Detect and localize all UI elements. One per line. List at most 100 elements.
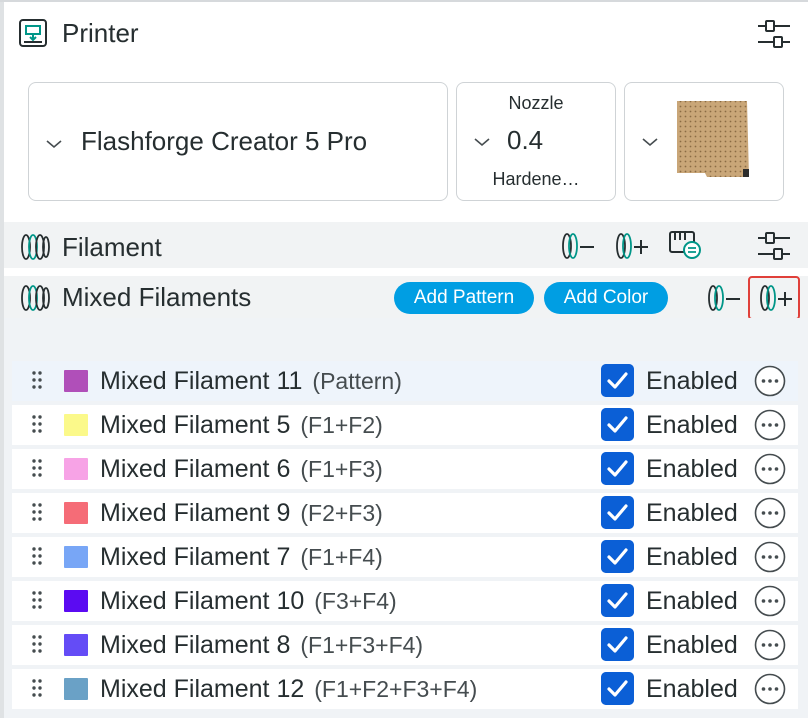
- nozzle-selector[interactable]: Nozzle 0.4 Hardene…: [456, 82, 616, 201]
- mixed-filament-name: Mixed Filament 7: [100, 543, 291, 571]
- enabled-checkbox[interactable]: [601, 496, 634, 529]
- mixed-filament-name-cell: Mixed Filament 7 (F1+F4): [100, 543, 383, 572]
- color-swatch[interactable]: [64, 458, 88, 480]
- mixed-filament-composition: (F2+F3): [300, 500, 383, 526]
- mixed-filament-name: Mixed Filament 11: [100, 367, 303, 395]
- chevron-down-icon: [46, 140, 62, 149]
- mixed-filament-name-cell: Mixed Filament 6 (F1+F3): [100, 455, 383, 484]
- highlight-box: [748, 276, 800, 320]
- mixed-filament-composition: (F1+F3): [300, 456, 383, 482]
- printer-name: Flashforge Creator 5 Pro: [81, 126, 368, 156]
- mixed-filament-name: Mixed Filament 12: [100, 675, 305, 703]
- color-swatch[interactable]: [64, 546, 88, 568]
- chevron-down-icon: [642, 138, 658, 147]
- enabled-label: Enabled: [646, 631, 738, 659]
- enabled-label: Enabled: [646, 455, 738, 483]
- enabled-checkbox[interactable]: [601, 584, 634, 617]
- drag-handle-icon[interactable]: [30, 457, 44, 479]
- filament-section-title: Filament: [62, 232, 162, 262]
- mixed-filament-name-cell: Mixed Filament 11 (Pattern): [100, 367, 402, 396]
- color-swatch[interactable]: [64, 590, 88, 612]
- remove-mixed-filament-icon[interactable]: [706, 282, 742, 314]
- mixed-filament-row[interactable]: Mixed Filament 10 (F3+F4) Enabled: [12, 581, 798, 621]
- enabled-checkbox[interactable]: [601, 452, 634, 485]
- printer-icon: [19, 19, 47, 47]
- chevron-down-icon: [474, 138, 490, 147]
- printer-settings-icon[interactable]: [756, 16, 792, 52]
- enabled-checkbox[interactable]: [601, 540, 634, 573]
- build-plate-image: [677, 101, 749, 177]
- enabled-checkbox[interactable]: [601, 364, 634, 397]
- color-swatch[interactable]: [64, 678, 88, 700]
- nozzle-size: 0.4: [507, 125, 544, 155]
- more-options-icon[interactable]: [754, 629, 786, 661]
- enabled-checkbox[interactable]: [601, 672, 634, 705]
- mixed-filaments-title: Mixed Filaments: [62, 282, 252, 312]
- mixed-filament-row[interactable]: Mixed Filament 7 (F1+F4) Enabled: [12, 537, 798, 577]
- mixed-filament-row[interactable]: Mixed Filament 9 (F2+F3) Enabled: [12, 493, 798, 533]
- mixed-filaments-bar: Mixed Filaments Add Pattern Add Color: [4, 276, 808, 320]
- color-swatch[interactable]: [64, 502, 88, 524]
- mixed-filament-composition: (Pattern): [312, 368, 402, 394]
- mixed-filament-composition: (F1+F4): [300, 544, 383, 570]
- add-pattern-button[interactable]: Add Pattern: [394, 282, 534, 314]
- mixed-filament-name-cell: Mixed Filament 5 (F1+F2): [100, 411, 383, 440]
- enabled-label: Enabled: [646, 587, 738, 615]
- mixed-filament-name-cell: Mixed Filament 10 (F3+F4): [100, 587, 397, 616]
- add-filament-icon[interactable]: [614, 230, 650, 262]
- mixed-filament-row[interactable]: Mixed Filament 12 (F1+F2+F3+F4) Enabled: [12, 669, 798, 709]
- drag-handle-icon[interactable]: [30, 633, 44, 655]
- remove-filament-icon[interactable]: [560, 230, 596, 262]
- mixed-filament-name-cell: Mixed Filament 9 (F2+F3): [100, 499, 383, 528]
- more-options-icon[interactable]: [754, 453, 786, 485]
- printer-preset-selector[interactable]: Flashforge Creator 5 Pro: [28, 82, 448, 201]
- enabled-label: Enabled: [646, 367, 738, 395]
- mixed-filament-composition: (F3+F4): [314, 588, 397, 614]
- build-plate-selector[interactable]: [624, 82, 784, 201]
- drag-handle-icon[interactable]: [30, 589, 44, 611]
- mixed-filament-composition: (F1+F2+F3+F4): [314, 676, 478, 702]
- drag-handle-icon[interactable]: [30, 369, 44, 391]
- mixed-filament-composition: (F1+F3+F4): [300, 632, 424, 658]
- mixed-filament-composition: (F1+F2): [300, 412, 383, 438]
- nozzle-type: Hardene…: [492, 169, 580, 189]
- top-edge: [0, 0, 808, 2]
- drag-handle-icon[interactable]: [30, 677, 44, 699]
- filament-settings-icon[interactable]: [756, 228, 792, 264]
- drag-handle-icon[interactable]: [30, 501, 44, 523]
- more-options-icon[interactable]: [754, 673, 786, 705]
- mixed-filament-name: Mixed Filament 9: [100, 499, 291, 527]
- mixed-filament-name: Mixed Filament 6: [100, 455, 291, 483]
- mixed-filament-name: Mixed Filament 5: [100, 411, 291, 439]
- add-color-button[interactable]: Add Color: [544, 282, 668, 314]
- color-swatch[interactable]: [64, 414, 88, 436]
- enabled-checkbox[interactable]: [601, 628, 634, 661]
- filament-icon: [21, 285, 50, 311]
- enabled-label: Enabled: [646, 675, 738, 703]
- filament-icon: [21, 234, 50, 260]
- mixed-filament-name: Mixed Filament 8: [100, 631, 291, 659]
- mixed-filament-name-cell: Mixed Filament 12 (F1+F2+F3+F4): [100, 675, 477, 704]
- more-options-icon[interactable]: [754, 585, 786, 617]
- more-options-icon[interactable]: [754, 541, 786, 573]
- mixed-filament-row[interactable]: Mixed Filament 6 (F1+F3) Enabled: [12, 449, 798, 489]
- filament-sync-icon[interactable]: [666, 228, 702, 260]
- color-swatch[interactable]: [64, 370, 88, 392]
- drag-handle-icon[interactable]: [30, 545, 44, 567]
- more-options-icon[interactable]: [754, 497, 786, 529]
- mixed-filament-row[interactable]: Mixed Filament 8 (F1+F3+F4) Enabled: [12, 625, 798, 665]
- mixed-filament-row[interactable]: Mixed Filament 5 (F1+F2) Enabled: [12, 405, 798, 445]
- more-options-icon[interactable]: [754, 409, 786, 441]
- mixed-filament-name-cell: Mixed Filament 8 (F1+F3+F4): [100, 631, 423, 660]
- color-swatch[interactable]: [64, 634, 88, 656]
- drag-handle-icon[interactable]: [30, 413, 44, 435]
- enabled-label: Enabled: [646, 543, 738, 571]
- nozzle-label: Nozzle: [508, 93, 564, 113]
- enabled-label: Enabled: [646, 499, 738, 527]
- mixed-filament-row[interactable]: Mixed Filament 11 (Pattern) Enabled: [12, 361, 798, 401]
- enabled-label: Enabled: [646, 411, 738, 439]
- enabled-checkbox[interactable]: [601, 408, 634, 441]
- more-options-icon[interactable]: [754, 365, 786, 397]
- mixed-filament-name: Mixed Filament 10: [100, 587, 305, 615]
- filament-section-bar: Filament: [4, 222, 808, 268]
